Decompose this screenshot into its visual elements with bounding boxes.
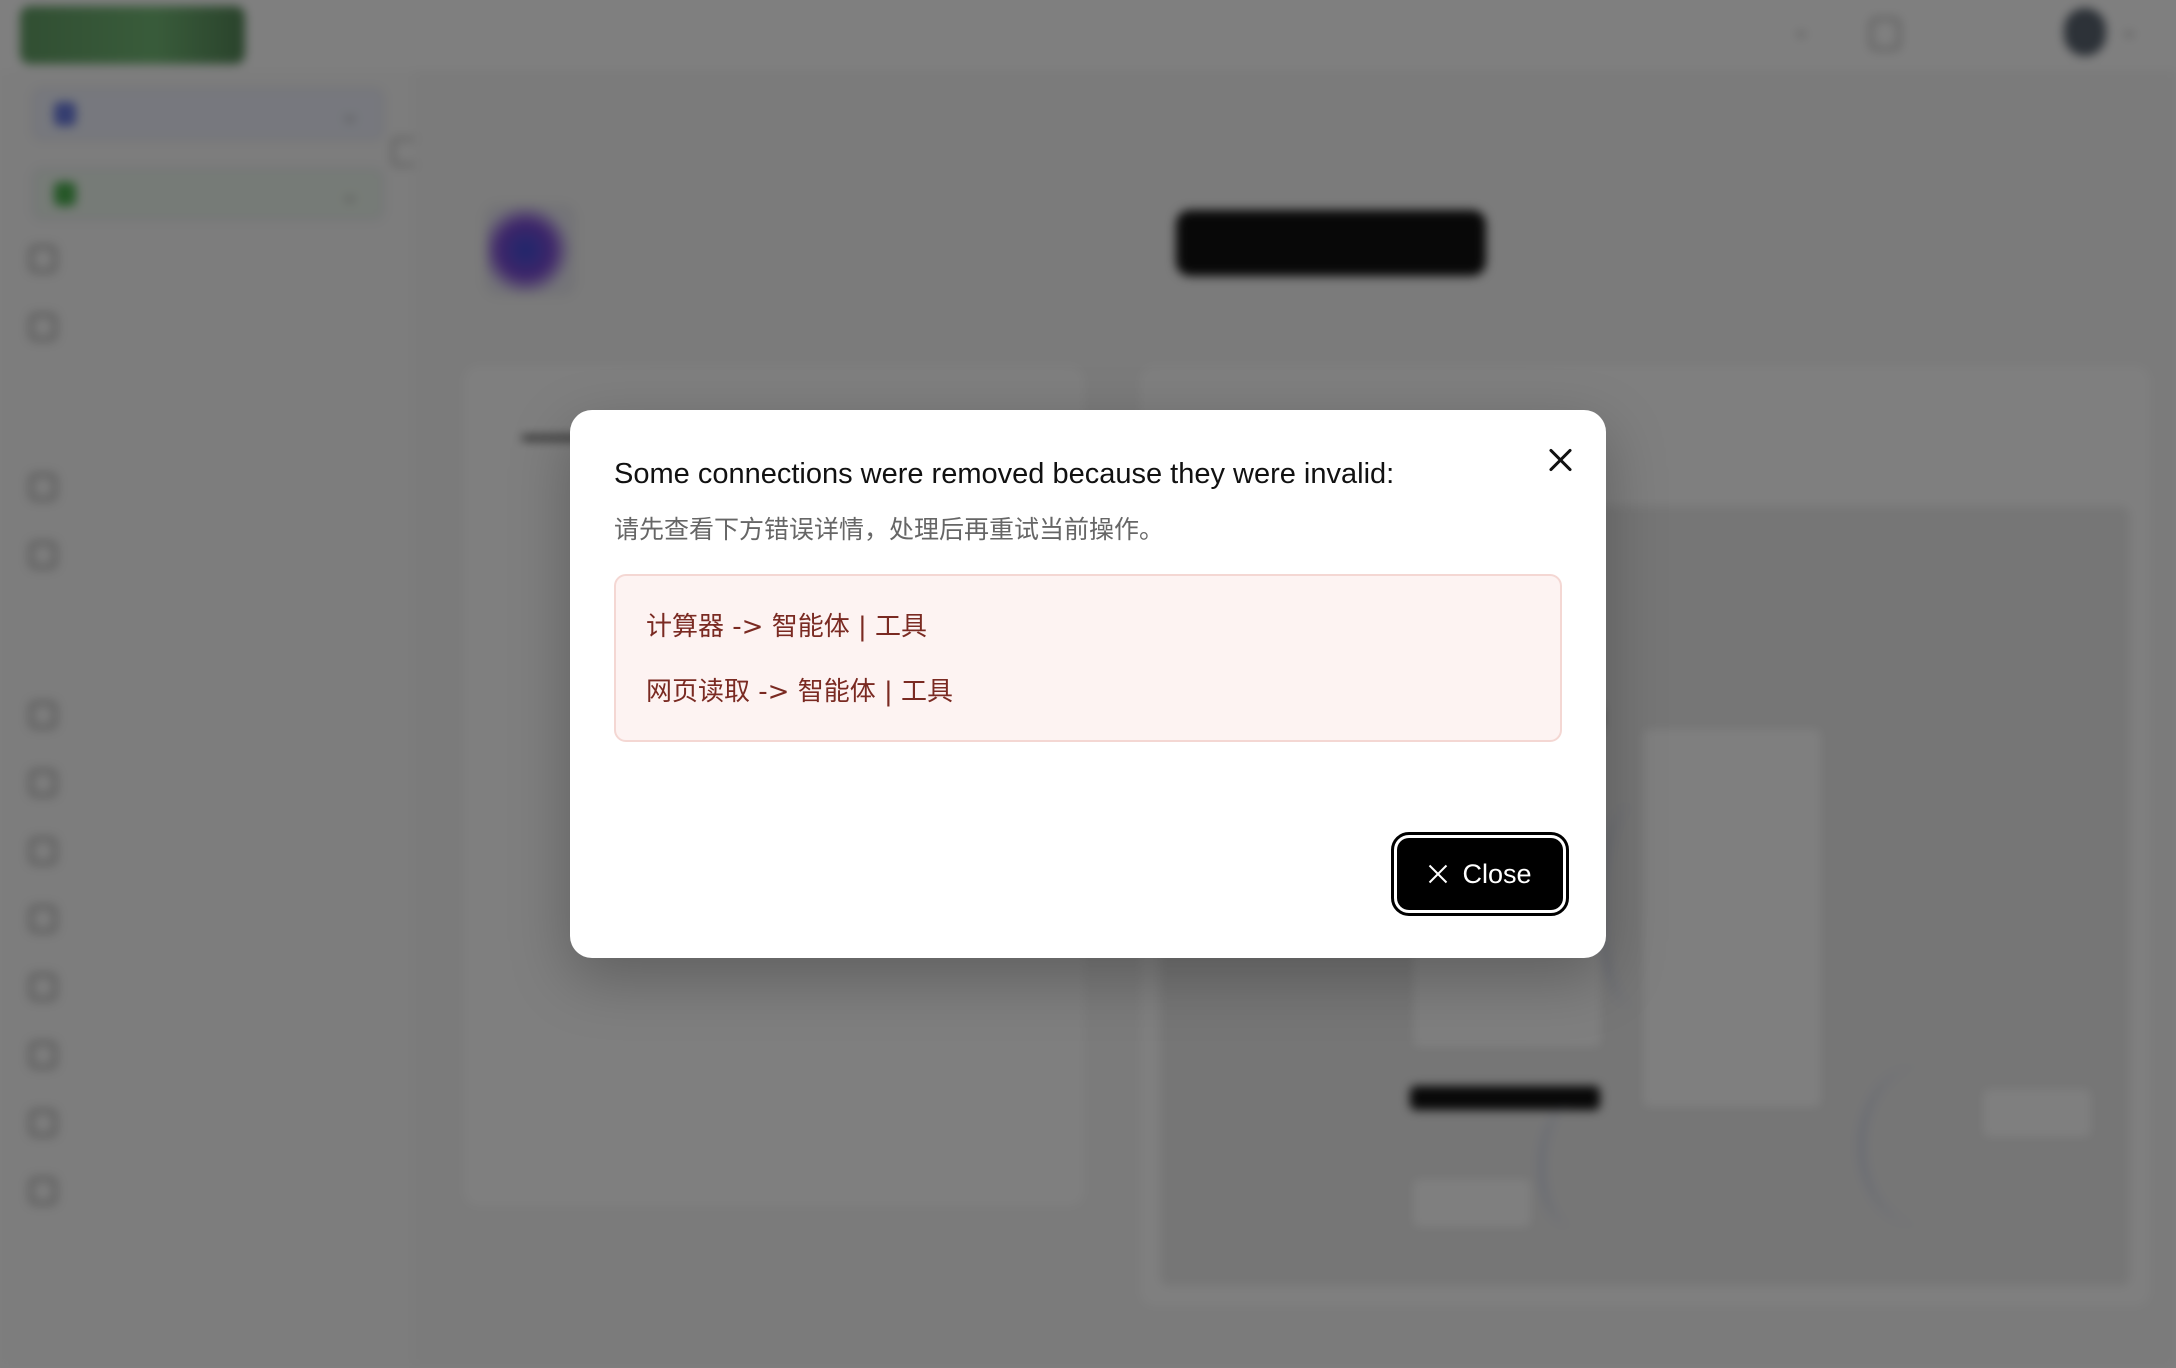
close-icon: [1428, 864, 1448, 884]
error-details-box: 计算器 -> 智能体 | 工具 网页读取 -> 智能体 | 工具: [614, 574, 1562, 742]
invalid-connections-dialog: Some connections were removed because th…: [570, 410, 1606, 958]
close-icon[interactable]: [1542, 442, 1578, 478]
close-button-label: Close: [1462, 858, 1532, 889]
app-root: ⌄ ⌄ ⌄ ⌄: [0, 0, 2176, 1368]
dialog-subtitle: 请先查看下方错误详情，处理后再重试当前操作。: [614, 515, 1165, 544]
close-button[interactable]: Close: [1391, 832, 1569, 916]
error-item: 网页读取 -> 智能体 | 工具: [646, 677, 953, 707]
dialog-title: Some connections were removed because th…: [614, 458, 1395, 490]
error-item: 计算器 -> 智能体 | 工具: [646, 612, 927, 642]
